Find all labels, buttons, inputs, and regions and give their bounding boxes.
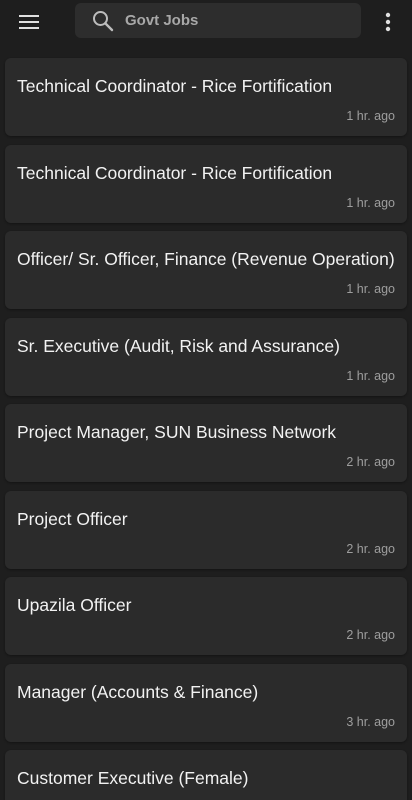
job-posted-time: 1 hr. ago — [346, 195, 395, 210]
menu-button[interactable] — [17, 10, 41, 34]
search-icon — [93, 11, 114, 32]
job-card[interactable]: Project Officer 2 hr. ago — [5, 490, 407, 569]
job-list: Technical Coordinator - Rice Fortificati… — [0, 58, 412, 800]
job-title: Manager (Accounts & Finance) — [17, 681, 259, 702]
job-posted-time: 2 hr. ago — [346, 455, 395, 469]
job-card[interactable]: Manager (Accounts & Finance) 3 hr. ago — [5, 663, 407, 742]
search-input[interactable] — [125, 3, 351, 38]
job-card[interactable]: Technical Coordinator - Rice Fortificati… — [5, 58, 407, 136]
job-title: Sr. Executive (Audit, Risk and Assurance… — [17, 335, 340, 356]
job-card[interactable]: Customer Executive (Female) — [5, 750, 407, 800]
job-posted-time: 2 hr. ago — [346, 628, 395, 642]
job-title: Customer Executive (Female) — [17, 768, 249, 788]
more-vertical-icon — [385, 12, 391, 32]
more-options-button[interactable] — [376, 10, 400, 34]
job-card[interactable]: Project Manager, SUN Business Network 2 … — [5, 404, 407, 482]
search-bar[interactable] — [75, 3, 361, 38]
app-screen: Technical Coordinator - Rice Fortificati… — [0, 0, 412, 800]
job-title: Project Manager, SUN Business Network — [17, 422, 337, 442]
job-card[interactable]: Upazila Officer 2 hr. ago — [5, 577, 407, 655]
job-title: Technical Coordinator - Rice Fortificati… — [17, 162, 333, 183]
job-posted-time: 1 hr. ago — [346, 109, 395, 123]
hamburger-menu-icon — [19, 15, 39, 29]
job-title: Technical Coordinator - Rice Fortificati… — [17, 76, 333, 96]
top-app-bar — [0, 0, 412, 44]
job-posted-time: 1 hr. ago — [346, 282, 395, 296]
job-card[interactable]: Officer/ Sr. Officer, Finance (Revenue O… — [5, 231, 407, 309]
job-posted-time: 2 hr. ago — [346, 541, 395, 556]
job-posted-time: 3 hr. ago — [346, 714, 395, 729]
job-title: Officer/ Sr. Officer, Finance (Revenue O… — [17, 249, 395, 269]
job-title: Project Officer — [17, 508, 128, 529]
job-title: Upazila Officer — [17, 595, 132, 615]
job-card[interactable]: Sr. Executive (Audit, Risk and Assurance… — [5, 317, 407, 396]
job-posted-time: 1 hr. ago — [346, 368, 395, 383]
job-card[interactable]: Technical Coordinator - Rice Fortificati… — [5, 144, 407, 223]
